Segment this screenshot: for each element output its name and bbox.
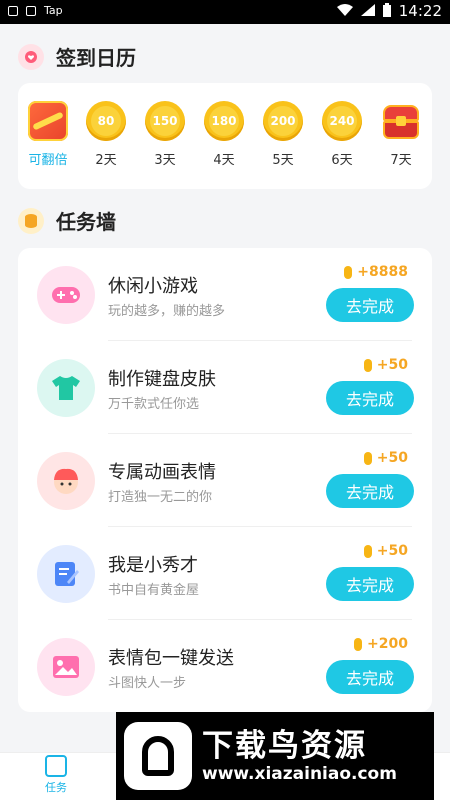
signin-title: 签到日历: [56, 46, 136, 70]
signin-day-2[interactable]: 80 2天: [80, 101, 132, 168]
tab-tasks-label: 任务: [45, 781, 67, 794]
task-subtitle: 玩的越多，赚的越多: [108, 304, 226, 319]
clipboard-icon: [45, 755, 67, 777]
signin-day-1[interactable]: 可翻倍: [22, 101, 74, 168]
red-packet-icon: [28, 101, 68, 141]
signin-day-label: 6天: [331, 153, 353, 168]
task-reward: +50: [363, 450, 408, 466]
wifi-icon: [336, 3, 353, 19]
task-subtitle: 万千款式任你选: [108, 397, 200, 412]
task-reward: +50: [363, 357, 408, 373]
task-complete-button[interactable]: 去完成: [326, 381, 414, 415]
status-time: 14:22: [398, 2, 442, 20]
coin-icon: [363, 358, 372, 372]
gamepad-icon: [37, 266, 95, 324]
coin-icon: [354, 637, 363, 651]
signal-icon: [360, 3, 375, 19]
signin-day-3[interactable]: 150 3天: [139, 101, 191, 168]
task-reward-value: +8888: [357, 264, 408, 280]
task-item-keyboard-skin: 制作键盘皮肤 万千款式任你选 +50 去完成: [18, 341, 432, 434]
watermark-url: www.xiazainiao.com: [202, 764, 397, 784]
task-complete-button[interactable]: 去完成: [326, 474, 414, 508]
signin-day-label: 4天: [213, 153, 235, 168]
task-reward: +8888: [344, 264, 408, 280]
task-subtitle: 打造独一无二的你: [108, 490, 213, 505]
coin-icon: [344, 265, 353, 279]
watermark-title: 下载鸟资源: [202, 728, 367, 764]
task-subtitle: 书中自有黄金屋: [108, 583, 200, 598]
status-app-label: Tap: [44, 4, 63, 17]
task-item-game: 休闲小游戏 玩的越多，赚的越多 +8888 去完成: [18, 248, 432, 341]
signin-day-label: 3天: [154, 153, 176, 168]
task-reward-value: +50: [376, 357, 408, 373]
coin-value: 240: [327, 106, 357, 136]
task-reward: +50: [363, 543, 408, 559]
task-complete-button[interactable]: 去完成: [326, 288, 414, 322]
task-title: 表情包一键发送: [108, 648, 234, 669]
coin-icon: 240: [322, 101, 362, 141]
signin-day-label: 5天: [272, 153, 294, 168]
signin-day-4[interactable]: 180 4天: [198, 101, 250, 168]
avatar-icon: [37, 452, 95, 510]
task-complete-button[interactable]: 去完成: [326, 660, 414, 694]
signin-header: 签到日历: [18, 42, 136, 71]
treasure-chest-icon: [381, 101, 421, 141]
calendar-heart-icon: [18, 43, 44, 70]
task-reward: +200: [354, 636, 408, 652]
task-item-scholar: 我是小秀才 书中自有黄金屋 +50 去完成: [18, 527, 432, 620]
coin-value: 200: [268, 106, 298, 136]
battery-icon: [382, 2, 391, 20]
coin-value: 150: [150, 106, 180, 136]
task-item-animated-emoji: 专属动画表情 打造独一无二的你 +50 去完成: [18, 434, 432, 527]
task-item-sticker-send: 表情包一键发送 斗图快人一步 +200 去完成: [18, 620, 432, 713]
signin-calendar-card: 可翻倍 80 2天 150 3天 180 4天 200 5天 240 6天 7天: [18, 83, 432, 189]
signin-day-label: 可翻倍: [28, 153, 68, 168]
task-title: 休闲小游戏: [108, 276, 198, 297]
task-title: 我是小秀才: [108, 555, 198, 576]
coin-icon: [363, 451, 372, 465]
signin-day-5[interactable]: 200 5天: [257, 101, 309, 168]
coin-icon: 180: [204, 101, 244, 141]
image-icon: [37, 638, 95, 696]
task-wall-header: 任务墙: [18, 206, 116, 235]
coin-value: 180: [209, 106, 239, 136]
coin-stack-icon: [18, 207, 44, 234]
message-icon: [26, 5, 36, 16]
tshirt-icon: [37, 359, 95, 417]
signin-day-label: 7天: [390, 153, 412, 168]
task-reward-value: +50: [376, 543, 408, 559]
task-list-card: 休闲小游戏 玩的越多，赚的越多 +8888 去完成 制作键盘皮肤 万千款式任你选…: [18, 248, 432, 712]
signin-day-6[interactable]: 240 6天: [316, 101, 368, 168]
task-reward-value: +50: [376, 450, 408, 466]
edit-icon: [37, 545, 95, 603]
task-title: 专属动画表情: [108, 462, 216, 483]
coin-value: 80: [91, 106, 121, 136]
watermark-logo-icon: [124, 722, 192, 790]
task-subtitle: 斗图快人一步: [108, 676, 187, 691]
coin-icon: 150: [145, 101, 185, 141]
coin-icon: 200: [263, 101, 303, 141]
tab-tasks[interactable]: 任务: [26, 755, 86, 795]
signin-day-7[interactable]: 7天: [375, 101, 427, 168]
coin-icon: 80: [86, 101, 126, 141]
watermark-banner: 下载鸟资源 www.xiazainiao.com: [116, 712, 434, 800]
task-wall-title: 任务墙: [56, 210, 116, 234]
grid-icon: [8, 5, 18, 16]
coin-icon: [363, 544, 372, 558]
task-complete-button[interactable]: 去完成: [326, 567, 414, 601]
signin-day-label: 2天: [95, 153, 117, 168]
status-bar: Tap 14:22: [0, 0, 450, 24]
task-title: 制作键盘皮肤: [108, 369, 216, 390]
task-reward-value: +200: [367, 636, 408, 652]
